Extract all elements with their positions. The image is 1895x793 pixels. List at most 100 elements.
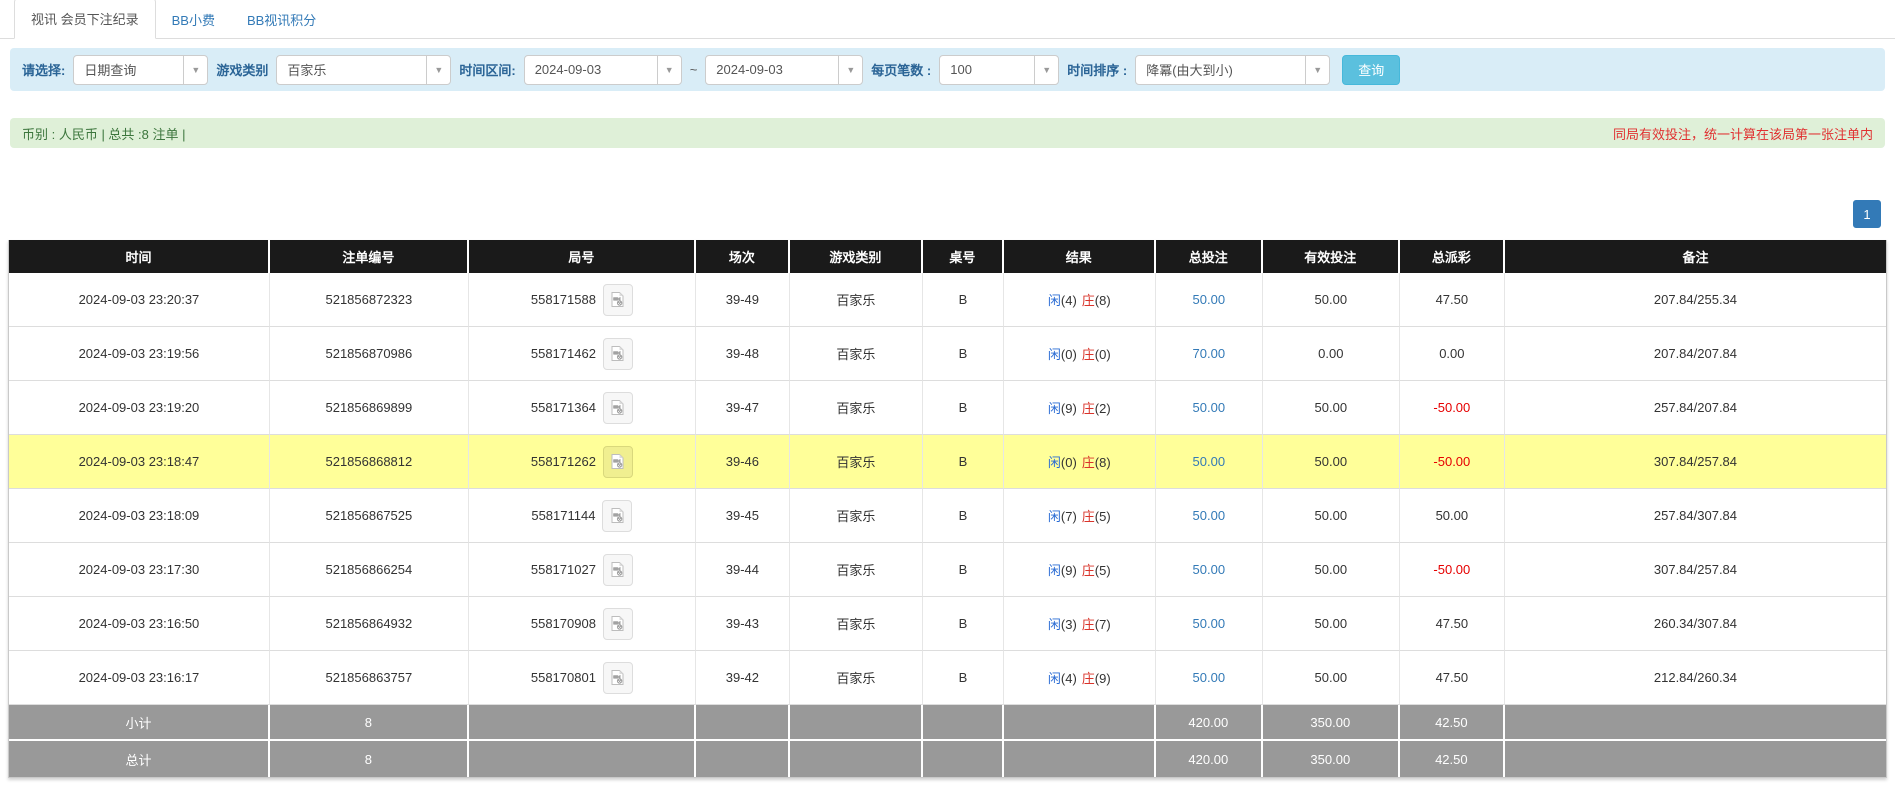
chevron-down-icon: ▼ [838,56,862,84]
result-player-score: (0) [1061,455,1077,470]
round-id-value: 558171462 [531,346,596,361]
total-bet-link[interactable]: 50.00 [1193,400,1226,415]
video-replay-button[interactable] [602,500,632,532]
cell-note: 307.84/257.84 [1505,435,1886,489]
total-bet-link[interactable]: 50.00 [1193,454,1226,469]
cell-valid-bet: 50.00 [1263,489,1400,543]
cell-round-id: 558170908 [469,597,696,651]
summary-empty-cell [696,741,790,777]
result-banker-label: 庄 [1082,455,1095,470]
cell-total-bet: 50.00 [1156,651,1263,705]
video-replay-button[interactable] [603,338,633,370]
query-type-select[interactable]: 日期查询 ▼ [73,55,208,85]
column-header-note: 备注 [1505,240,1886,273]
game-type-select[interactable]: 百家乐 ▼ [276,55,451,85]
cell-session: 39-46 [696,435,790,489]
cell-time: 2024-09-03 23:17:30 [9,543,270,597]
page-size-select[interactable]: 100 ▼ [939,55,1059,85]
cell-valid-bet: 50.00 [1263,597,1400,651]
result-banker-score: (7) [1095,617,1111,632]
result-banker-score: (5) [1095,563,1111,578]
cell-session: 39-44 [696,543,790,597]
bet-records-table: 时间 注单编号 局号 场次 游戏类别 桌号 结果 总投注 有效投注 总派彩 备注… [8,240,1887,778]
round-id-value: 558171027 [531,562,596,577]
table-row: 2024-09-03 23:17:30 521856866254 5581710… [9,543,1886,597]
cell-time: 2024-09-03 23:18:47 [9,435,270,489]
cell-round-id: 558170801 [469,651,696,705]
table-footer: 小计 8 420.00 350.00 42.50 总计 8 4 [9,705,1886,777]
result-banker-label: 庄 [1082,293,1095,308]
cell-payout: -50.00 [1400,543,1505,597]
video-replay-button[interactable] [603,446,633,478]
time-sort-select[interactable]: 降冪(由大到小) ▼ [1135,55,1330,85]
cell-round-id: 558171144 [469,489,696,543]
page-1-button[interactable]: 1 [1853,200,1881,228]
video-replay-button[interactable] [603,662,633,694]
total-bet-link[interactable]: 50.00 [1193,508,1226,523]
result-banker-score: (0) [1095,347,1111,362]
tab-bb-tips[interactable]: BB小费 [156,0,231,39]
total-bet-link[interactable]: 50.00 [1193,670,1226,685]
column-header-table-no: 桌号 [923,240,1004,273]
cell-table-no: B [923,381,1004,435]
round-id-value: 558171144 [531,508,595,523]
time-sort-label: 时间排序 : [1067,60,1127,79]
search-button[interactable]: 查询 [1342,55,1400,85]
subtotal-row: 小计 8 420.00 350.00 42.50 [9,705,1886,741]
video-film-icon [609,345,626,362]
round-id-value: 558170801 [531,670,596,685]
total-bet-link[interactable]: 50.00 [1193,616,1226,631]
cell-game-type: 百家乐 [790,381,923,435]
column-header-time: 时间 [9,240,270,273]
cell-total-bet: 50.00 [1156,543,1263,597]
total-bet-link[interactable]: 70.00 [1193,346,1226,361]
date-from-select[interactable]: 2024-09-03 ▼ [524,55,682,85]
result-banker-score: (5) [1095,509,1111,524]
cell-note: 207.84/207.84 [1505,327,1886,381]
cell-time: 2024-09-03 23:16:50 [9,597,270,651]
subtotal-valid-bet: 350.00 [1263,705,1400,741]
tab-bb-video-points[interactable]: BB视讯积分 [231,0,332,39]
cell-payout: -50.00 [1400,435,1505,489]
video-replay-button[interactable] [603,392,633,424]
date-to-select[interactable]: 2024-09-03 ▼ [705,55,863,85]
time-sort-value: 降冪(由大到小) [1136,56,1305,84]
cell-bet-id: 521856872323 [270,273,469,327]
tab-video-bet-records[interactable]: 视讯 会员下注纪录 [14,0,156,39]
video-film-icon [609,669,626,686]
cell-table-no: B [923,489,1004,543]
result-player-score: (7) [1061,509,1077,524]
round-id-value: 558171364 [531,400,596,415]
cell-valid-bet: 50.00 [1263,435,1400,489]
video-replay-button[interactable] [603,608,633,640]
video-film-icon [609,399,626,416]
result-player-label: 闲 [1048,617,1061,632]
cell-bet-id: 521856866254 [270,543,469,597]
time-range-label: 时间区间: [459,60,515,79]
pagination: 1 [0,200,1881,228]
summary-empty-cell [1505,705,1886,741]
chevron-down-icon: ▼ [1305,56,1329,84]
cell-game-type: 百家乐 [790,435,923,489]
total-bet-link[interactable]: 50.00 [1193,292,1226,307]
cell-total-bet: 50.00 [1156,489,1263,543]
column-header-result: 结果 [1004,240,1156,273]
video-replay-button[interactable] [603,554,633,586]
video-film-icon [609,615,626,632]
column-header-game-type: 游戏类别 [790,240,923,273]
result-banker-score: (8) [1095,293,1111,308]
table-row: 2024-09-03 23:19:20 521856869899 5581713… [9,381,1886,435]
column-header-bet-id: 注单编号 [270,240,469,273]
date-to-value: 2024-09-03 [706,56,838,84]
cell-table-no: B [923,597,1004,651]
video-film-icon [609,453,626,470]
summary-empty-cell [1004,705,1156,741]
video-replay-button[interactable] [603,284,633,316]
cell-round-id: 558171588 [469,273,696,327]
cell-bet-id: 521856863757 [270,651,469,705]
cell-game-type: 百家乐 [790,273,923,327]
result-player-label: 闲 [1048,293,1061,308]
chevron-down-icon: ▼ [426,56,450,84]
total-bet-link[interactable]: 50.00 [1193,562,1226,577]
result-player-score: (9) [1061,563,1077,578]
